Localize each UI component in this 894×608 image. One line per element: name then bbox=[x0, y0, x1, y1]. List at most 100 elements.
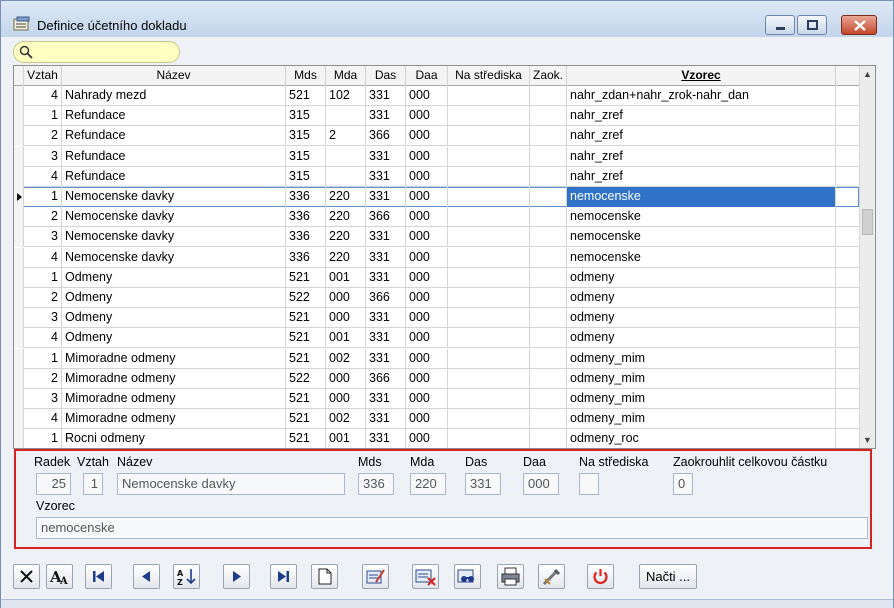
table-row[interactable]: 4 Nahrady mezd 521 102 331 000 nahr_zdan+nahr_… bbox=[14, 86, 859, 106]
cell-das[interactable]: 331 bbox=[366, 247, 406, 268]
cell-mda[interactable]: 002 bbox=[326, 348, 366, 369]
cell-zaok[interactable] bbox=[530, 247, 567, 268]
cell-mds[interactable]: 315 bbox=[286, 146, 326, 167]
row-indicator[interactable] bbox=[14, 267, 24, 288]
row-indicator[interactable] bbox=[14, 409, 24, 430]
col-header-mda[interactable]: Mda bbox=[326, 66, 366, 86]
cell-mda[interactable] bbox=[326, 106, 366, 127]
cell-daa[interactable]: 000 bbox=[406, 429, 448, 448]
cell-das[interactable]: 331 bbox=[366, 106, 406, 127]
cell-na-strediska[interactable] bbox=[448, 409, 530, 430]
cell-mda[interactable]: 001 bbox=[326, 429, 366, 448]
cell-daa[interactable]: 000 bbox=[406, 166, 448, 187]
cell-mds[interactable]: 522 bbox=[286, 288, 326, 308]
cell-nazev[interactable]: Odmeny bbox=[62, 328, 286, 349]
cell-vztah[interactable]: 3 bbox=[24, 389, 62, 409]
cell-das[interactable]: 331 bbox=[366, 187, 406, 207]
cell-zaok[interactable] bbox=[530, 429, 567, 448]
table-row[interactable]: 2 Odmeny 522 000 366 000 odmeny bbox=[14, 288, 859, 308]
cell-mda[interactable]: 102 bbox=[326, 86, 366, 106]
cell-nazev[interactable]: Mimoradne odmeny bbox=[62, 368, 286, 389]
col-header-vzorec[interactable]: Vzorec bbox=[567, 66, 836, 86]
cell-vztah[interactable]: 2 bbox=[24, 368, 62, 389]
cell-na-strediska[interactable] bbox=[448, 348, 530, 369]
cell-das[interactable]: 331 bbox=[366, 308, 406, 329]
cell-na-strediska[interactable] bbox=[448, 227, 530, 248]
sort-button[interactable]: AZ bbox=[173, 564, 200, 589]
vertical-scrollbar[interactable]: ▲ ▼ bbox=[859, 66, 875, 448]
row-indicator[interactable] bbox=[14, 86, 24, 106]
cell-na-strediska[interactable] bbox=[448, 146, 530, 167]
cell-na-strediska[interactable] bbox=[448, 187, 530, 207]
cell-vzorec[interactable]: nahr_zref bbox=[567, 106, 836, 127]
cell-das[interactable]: 331 bbox=[366, 328, 406, 349]
search-input[interactable] bbox=[13, 41, 180, 63]
font-button[interactable]: AA bbox=[46, 564, 73, 589]
cell-nazev[interactable]: Refundace bbox=[62, 166, 286, 187]
cell-zaok[interactable] bbox=[530, 348, 567, 369]
load-button[interactable]: Načti ... bbox=[639, 564, 697, 589]
table-row[interactable]: 4 Nemocenske davky 336 220 331 000 nemocenske bbox=[14, 247, 859, 268]
cell-na-strediska[interactable] bbox=[448, 288, 530, 308]
table-row[interactable]: 3 Refundace 315 331 000 nahr_zref bbox=[14, 146, 859, 167]
cell-nazev[interactable]: Refundace bbox=[62, 146, 286, 167]
cell-das[interactable]: 331 bbox=[366, 267, 406, 288]
cell-vztah[interactable]: 2 bbox=[24, 288, 62, 308]
cell-mds[interactable]: 315 bbox=[286, 106, 326, 127]
cell-nazev[interactable]: Refundace bbox=[62, 106, 286, 127]
cell-das[interactable]: 331 bbox=[366, 227, 406, 248]
cell-vzorec[interactable]: odmeny_mim bbox=[567, 389, 836, 409]
cell-zaok[interactable] bbox=[530, 368, 567, 389]
cell-mds[interactable]: 521 bbox=[286, 348, 326, 369]
cell-zaok[interactable] bbox=[530, 207, 567, 228]
cell-mds[interactable]: 336 bbox=[286, 207, 326, 228]
cell-daa[interactable]: 000 bbox=[406, 187, 448, 207]
cell-na-strediska[interactable] bbox=[448, 126, 530, 147]
cell-das[interactable]: 366 bbox=[366, 126, 406, 147]
table-row[interactable]: 1 Rocni odmeny 521 001 331 000 odmeny_roc bbox=[14, 429, 859, 448]
table-row[interactable]: 3 Odmeny 521 000 331 000 odmeny bbox=[14, 308, 859, 329]
cell-nazev[interactable]: Rocni odmeny bbox=[62, 429, 286, 448]
cell-vztah[interactable]: 4 bbox=[24, 409, 62, 430]
cell-na-strediska[interactable] bbox=[448, 328, 530, 349]
row-indicator[interactable] bbox=[14, 308, 24, 329]
cell-mds[interactable]: 336 bbox=[286, 227, 326, 248]
cell-daa[interactable]: 000 bbox=[406, 207, 448, 228]
table-row[interactable]: 2 Refundace 315 2 366 000 nahr_zref bbox=[14, 126, 859, 147]
table-row[interactable]: 1 Mimoradne odmeny 521 002 331 000 odmeny_mim bbox=[14, 348, 859, 369]
cell-zaok[interactable] bbox=[530, 288, 567, 308]
cell-mda[interactable]: 000 bbox=[326, 368, 366, 389]
cell-daa[interactable]: 000 bbox=[406, 328, 448, 349]
col-header-daa[interactable]: Daa bbox=[406, 66, 448, 86]
cell-na-strediska[interactable] bbox=[448, 389, 530, 409]
cell-na-strediska[interactable] bbox=[448, 429, 530, 448]
cell-vzorec[interactable]: odmeny_roc bbox=[567, 429, 836, 448]
edit-record-button[interactable] bbox=[362, 564, 389, 589]
cell-daa[interactable]: 000 bbox=[406, 106, 448, 127]
cell-nazev[interactable]: Odmeny bbox=[62, 267, 286, 288]
row-indicator[interactable] bbox=[14, 166, 24, 187]
cell-vzorec[interactable]: odmeny bbox=[567, 328, 836, 349]
zaokrouhlit-field[interactable]: 0 bbox=[673, 473, 693, 495]
cell-das[interactable]: 331 bbox=[366, 389, 406, 409]
cell-vzorec[interactable]: odmeny bbox=[567, 267, 836, 288]
cell-nazev[interactable]: Mimoradne odmeny bbox=[62, 409, 286, 430]
cell-vztah[interactable]: 3 bbox=[24, 146, 62, 167]
cell-nazev[interactable]: Odmeny bbox=[62, 288, 286, 308]
table-row[interactable]: 1 Refundace 315 331 000 nahr_zref bbox=[14, 106, 859, 127]
cell-mds[interactable]: 315 bbox=[286, 126, 326, 147]
cell-vzorec[interactable]: nahr_zref bbox=[567, 126, 836, 147]
cell-mda[interactable]: 001 bbox=[326, 328, 366, 349]
cell-zaok[interactable] bbox=[530, 106, 567, 127]
cell-nazev[interactable]: Nemocenske davky bbox=[62, 247, 286, 268]
row-indicator[interactable] bbox=[14, 207, 24, 228]
cell-das[interactable]: 331 bbox=[366, 86, 406, 106]
vztah-field[interactable]: 1 bbox=[83, 473, 103, 495]
new-record-button[interactable] bbox=[311, 564, 338, 589]
row-indicator[interactable] bbox=[14, 348, 24, 369]
cell-mds[interactable]: 315 bbox=[286, 166, 326, 187]
cell-na-strediska[interactable] bbox=[448, 86, 530, 106]
cell-mds[interactable]: 521 bbox=[286, 389, 326, 409]
cell-zaok[interactable] bbox=[530, 227, 567, 248]
row-indicator[interactable] bbox=[14, 106, 24, 127]
